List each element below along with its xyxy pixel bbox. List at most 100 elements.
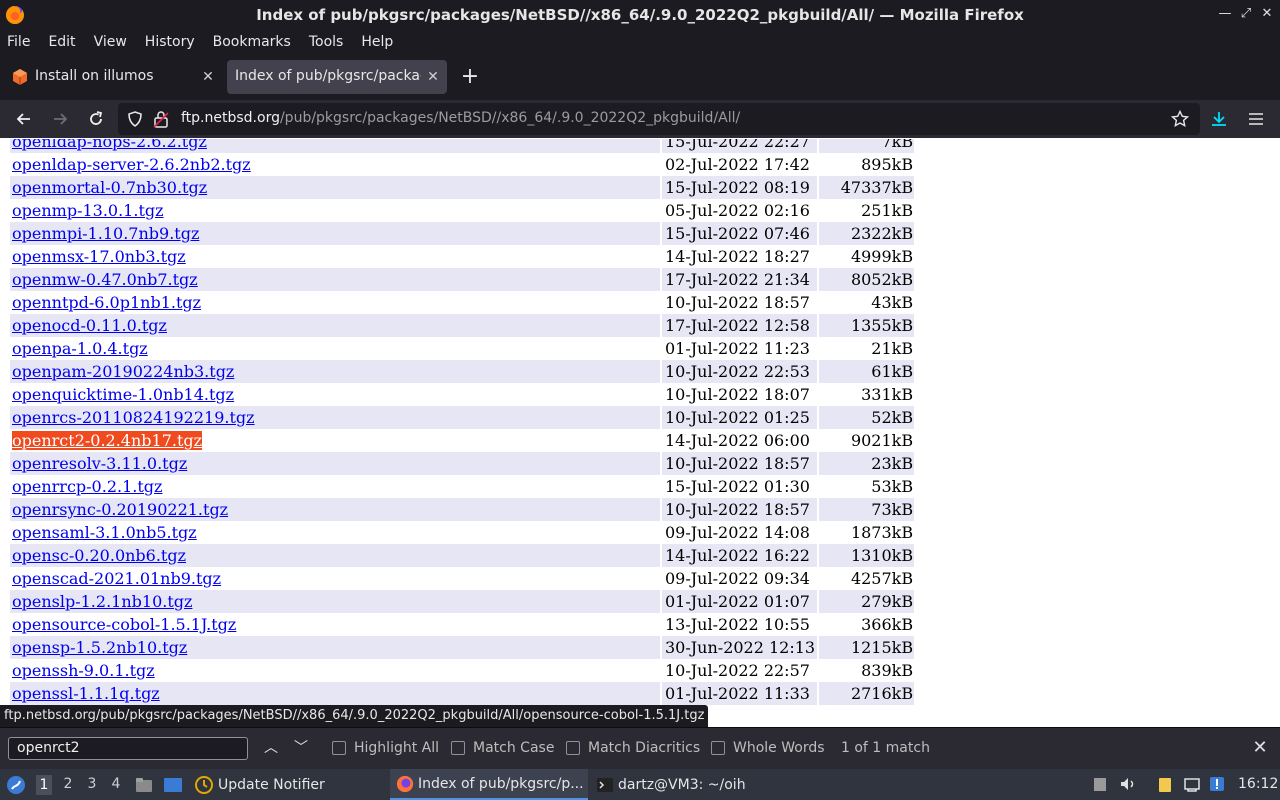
file-link[interactable]: openresolv-3.11.0.tgz [12,454,187,473]
file-name-cell: openldap-nops-2.6.2.tgz [10,139,660,153]
file-size-cell: 8052kB [819,268,915,291]
network-icon[interactable] [1183,775,1201,793]
file-date-cell: 01-Jul-2022 11:33 [662,682,818,705]
file-link[interactable]: openrrcp-0.2.1.tgz [12,477,162,496]
tab-index-of-pkgsrc[interactable]: Index of pub/pkgsrc/packag ✕ [227,60,447,94]
file-name-cell: openntpd-6.0p1nb1.tgz [10,291,660,314]
back-icon[interactable] [14,109,34,129]
file-link[interactable]: opensource-cobol-1.5.1J.tgz [12,615,236,634]
url-text[interactable]: ftp.netbsd.org/pub/pkgsrc/packages/NetBS… [181,110,740,126]
find-previous-icon[interactable]: ︿ [262,739,280,757]
file-manager-icon[interactable] [135,776,153,794]
file-link[interactable]: openpam-20190224nb3.tgz [12,362,234,381]
file-size-cell: 4999kB [850,247,914,266]
new-tab-icon[interactable]: + [459,66,481,89]
match-diacritics-checkbox[interactable]: Match Diacritics [566,740,700,756]
file-link[interactable]: openmpi-1.10.7nb9.tgz [12,224,199,243]
tab-close-icon[interactable]: ✕ [200,69,216,85]
file-name-cell: opensaml-3.1.0nb5.tgz [10,521,660,544]
table-row: openldap-nops-2.6.2.tgz 15-Jul-2022 22:27… [10,139,915,153]
table-row: openresolv-3.11.0.tgz 10-Jul-2022 18:57 23… [10,452,915,475]
file-size-cell: 2322kB [819,222,915,245]
minimize-icon[interactable]: — [1217,6,1233,22]
file-date-cell: 14-Jul-2022 06:00 [665,431,810,450]
menu-edit[interactable]: Edit [48,34,75,50]
taskbar-firefox[interactable]: Index of pub/pkgsrc/p... [390,769,588,800]
file-size-cell: 331kB [861,385,914,404]
file-link[interactable]: openpa-1.0.4.tgz [12,339,148,358]
workspace-2[interactable]: 2 [60,776,76,792]
file-link[interactable]: openocd-0.11.0.tgz [12,316,167,335]
maximize-icon[interactable]: ⤢ [1238,6,1254,22]
checkbox-label: Match Case [473,740,555,756]
volume-icon[interactable] [1119,775,1137,793]
file-date-cell: 15-Jul-2022 22:27 [662,139,818,153]
file-size-cell: 21kB [871,339,914,358]
whole-words-checkbox[interactable]: Whole Words [711,740,825,756]
file-name-cell: openrct2-0.2.4nb17.tgz [10,429,660,452]
file-link[interactable]: openmw-0.47.0nb7.tgz [12,270,198,289]
close-icon[interactable]: ✕ [1259,6,1275,22]
menu-tools[interactable]: Tools [309,34,344,50]
clock: 16:12 [1238,776,1279,792]
checkbox-label: Highlight All [354,740,440,756]
find-input[interactable]: openrct2 [8,737,248,760]
menu-bookmarks[interactable]: Bookmarks [213,34,291,50]
shield-icon[interactable] [126,110,144,128]
workspace-3[interactable]: 3 [84,776,100,792]
menu-view[interactable]: View [94,34,127,50]
highlight-all-checkbox[interactable]: Highlight All [332,740,439,756]
show-desktop-icon[interactable] [163,776,183,794]
file-link[interactable]: openmortal-0.7nb30.tgz [12,178,207,197]
find-close-icon[interactable]: ✕ [1251,739,1269,757]
menu-history[interactable]: History [145,34,195,50]
file-link[interactable]: openmsx-17.0nb3.tgz [12,247,186,266]
window-title: Index of pub/pkgsrc/packages/NetBSD//x86… [256,6,1024,24]
reload-icon[interactable] [86,109,106,129]
file-link[interactable]: openldap-nops-2.6.2.tgz [12,139,207,151]
insecure-lock-icon[interactable] [153,110,169,128]
notification-icon[interactable] [1208,775,1226,793]
file-name-cell: openrcs-20110824192219.tgz [10,406,660,429]
file-size-cell: 2716kB [819,682,915,705]
removable-drive-icon[interactable] [1091,775,1109,793]
app-menu-icon[interactable] [1247,110,1265,128]
workspace-1[interactable]: 1 [36,775,52,795]
workspace-4[interactable]: 4 [108,776,124,792]
update-notifier-icon [195,775,213,794]
file-link[interactable]: openrct2-0.2.4nb17.tgz [12,431,203,450]
file-link[interactable]: openslp-1.2.1nb10.tgz [12,592,192,611]
bookmark-star-icon[interactable] [1171,110,1189,128]
file-link[interactable]: openssl-1.1.1q.tgz [12,684,160,703]
match-case-checkbox[interactable]: Match Case [451,740,554,756]
file-link[interactable]: openquicktime-1.0nb14.tgz [12,385,234,404]
menu-help[interactable]: Help [361,34,393,50]
file-link[interactable]: opensp-1.5.2nb10.tgz [12,638,187,657]
file-date-cell: 30-Jun-2022 12:13 [662,636,818,659]
file-link[interactable]: openrcs-20110824192219.tgz [12,408,255,427]
forward-icon[interactable] [50,109,70,129]
file-link[interactable]: openrsync-0.20190221.tgz [12,500,228,519]
file-link[interactable]: openssh-9.0.1.tgz [12,661,155,680]
file-link[interactable]: openldap-server-2.6.2nb2.tgz [12,155,251,174]
taskbar-terminal[interactable]: dartz@VM3: ~/oih [596,769,746,800]
file-date-cell: 02-Jul-2022 17:42 [665,155,810,174]
tab-close-icon[interactable]: ✕ [425,69,441,85]
find-next-icon[interactable]: ﹀ [292,739,310,757]
file-link[interactable]: opensaml-3.1.0nb5.tgz [12,523,197,542]
file-link[interactable]: openntpd-6.0p1nb1.tgz [12,293,201,312]
table-row: openrsync-0.20190221.tgz 10-Jul-2022 18:5… [10,498,915,521]
clipboard-icon[interactable] [1156,775,1174,793]
taskbar-update-notifier[interactable]: Update Notifier [194,769,325,800]
menu-file[interactable]: File [7,34,30,50]
taskbar-item-label: dartz@VM3: ~/oih [618,776,746,793]
downloads-icon[interactable] [1210,110,1228,128]
file-link[interactable]: opensc-0.20.0nb6.tgz [12,546,186,565]
file-size-cell: 53kB [871,477,914,496]
tab-install-on-illumos[interactable]: Install on illumos ✕ [4,60,222,94]
file-date-cell: 10-Jul-2022 01:25 [662,406,818,429]
file-link[interactable]: openmp-13.0.1.tgz [12,201,164,220]
file-date-cell: 14-Jul-2022 18:27 [665,247,810,266]
file-link[interactable]: openscad-2021.01nb9.tgz [12,569,221,588]
start-menu-icon[interactable] [6,775,26,795]
